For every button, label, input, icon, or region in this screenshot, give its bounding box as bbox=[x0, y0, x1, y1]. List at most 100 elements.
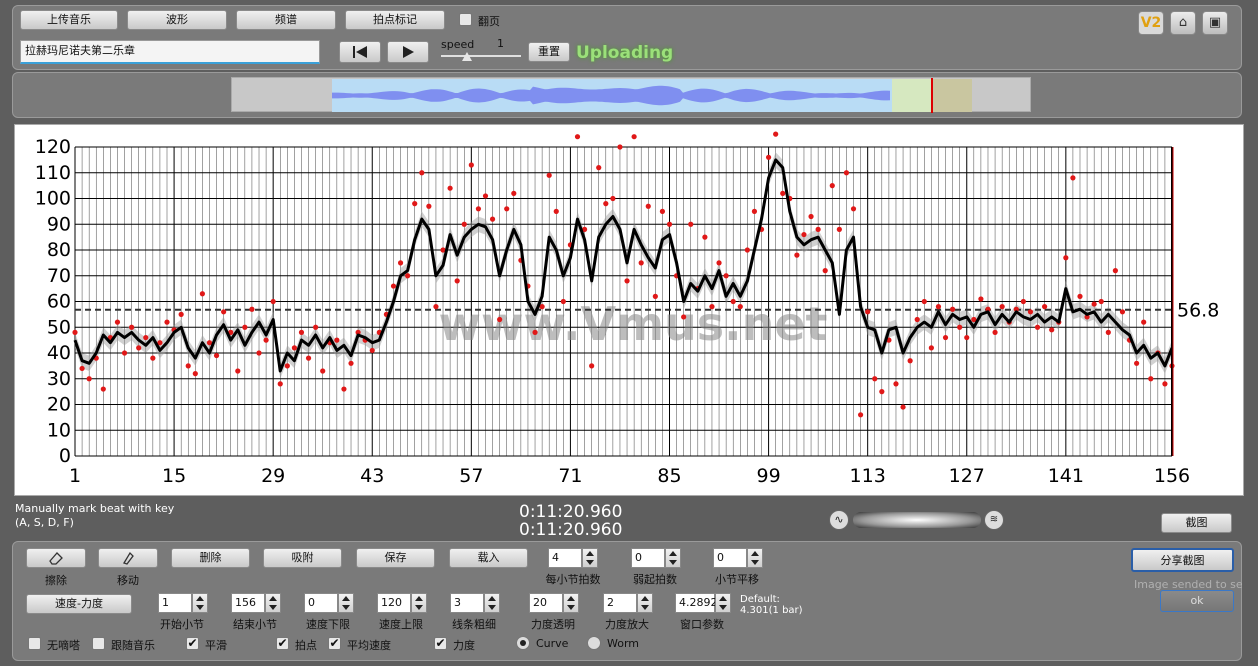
beats-per-bar-value[interactable]: 4 bbox=[548, 548, 582, 568]
beat-point bbox=[447, 185, 453, 191]
beat-point bbox=[546, 172, 552, 178]
dynamics-label: 力度 bbox=[453, 639, 475, 652]
load-button[interactable]: 载入 bbox=[449, 548, 528, 568]
smooth-checkbox[interactable]: ✔ bbox=[186, 637, 199, 650]
beat-point bbox=[617, 144, 623, 150]
end-bar-arrows[interactable] bbox=[265, 593, 281, 613]
beat-point bbox=[397, 260, 404, 266]
beat-point bbox=[603, 201, 609, 207]
beat-mark-button[interactable]: 拍点标记 bbox=[345, 10, 445, 30]
share-screenshot-button[interactable]: 分享截图 bbox=[1131, 548, 1234, 572]
x-tick-label: 29 bbox=[261, 465, 285, 487]
beat-points-checkbox[interactable]: ✔ bbox=[276, 637, 289, 650]
beat-point bbox=[1049, 327, 1055, 333]
waveform-overview[interactable] bbox=[231, 77, 1031, 113]
beat-point bbox=[822, 268, 828, 274]
delete-button[interactable]: 删除 bbox=[171, 548, 250, 568]
beat-point bbox=[688, 221, 694, 227]
screenshot-button[interactable]: 截图 bbox=[1161, 513, 1232, 533]
bar-shift-arrows[interactable] bbox=[747, 548, 763, 568]
dyn-scale-arrows[interactable] bbox=[637, 593, 653, 613]
x-tick-label: 15 bbox=[162, 465, 186, 487]
hint-line-1: Manually mark beat with key bbox=[15, 502, 175, 515]
pickup-beats-arrows[interactable] bbox=[665, 548, 681, 568]
beat-point bbox=[164, 319, 170, 325]
play-button[interactable] bbox=[387, 41, 429, 63]
y-tick-label: 20 bbox=[47, 394, 71, 416]
speed-slider-track[interactable] bbox=[441, 55, 521, 57]
avg-tempo-checkbox[interactable]: ✔ bbox=[328, 637, 341, 650]
volume-control[interactable]: ∿ ≋ bbox=[829, 510, 1004, 530]
beats-per-bar-arrows[interactable] bbox=[582, 548, 598, 568]
save-button[interactable]: 保存 bbox=[356, 548, 435, 568]
fullscreen-icon[interactable]: ▣ bbox=[1202, 11, 1228, 35]
waveform-button[interactable]: 波形 bbox=[127, 10, 227, 30]
ok-button[interactable]: ok bbox=[1160, 590, 1234, 612]
beat-point bbox=[702, 234, 708, 240]
volume-max-icon[interactable]: ≋ bbox=[984, 510, 1004, 530]
dyn-opacity-arrows[interactable] bbox=[563, 593, 579, 613]
start-bar-arrows[interactable] bbox=[192, 593, 208, 613]
bar-shift-value[interactable]: 0 bbox=[713, 548, 747, 568]
page-turn-checkbox[interactable] bbox=[459, 13, 472, 26]
beat-point bbox=[150, 355, 156, 361]
line-width-value[interactable]: 3 bbox=[450, 593, 484, 613]
beat-point bbox=[185, 363, 191, 369]
skip-back-button[interactable] bbox=[339, 41, 381, 63]
song-title-field[interactable]: 拉赫玛尼诺夫第二乐章 bbox=[20, 40, 320, 64]
line-width-arrows[interactable] bbox=[484, 593, 500, 613]
x-tick-label: 43 bbox=[360, 465, 384, 487]
tempo-min-arrows[interactable] bbox=[338, 593, 354, 613]
default-line-2: 4.301(1 bar) bbox=[740, 605, 803, 616]
dynamics-checkbox[interactable]: ✔ bbox=[434, 637, 447, 650]
upload-music-button[interactable]: 上传音乐 bbox=[20, 10, 118, 30]
mute-icon[interactable]: ∿ bbox=[829, 510, 849, 530]
y-tick-label: 50 bbox=[47, 316, 71, 338]
follow-music-label: 跟随音乐 bbox=[111, 639, 155, 652]
beat-point bbox=[751, 208, 758, 214]
dyn-opacity-value[interactable]: 20 bbox=[529, 593, 563, 613]
beat-point bbox=[298, 329, 305, 335]
chart-area[interactable]: 0 10 20 30 40 50 60 70 80 90 100 110 120 1 15 29 43 57 71 8… bbox=[14, 124, 1244, 496]
reset-button[interactable]: 重置 bbox=[528, 42, 570, 62]
worm-radio[interactable] bbox=[587, 636, 601, 650]
beat-point bbox=[405, 273, 411, 279]
start-bar-label: 开始小节 bbox=[160, 618, 204, 631]
spectrum-button[interactable]: 频谱 bbox=[236, 10, 336, 30]
curve-radio[interactable] bbox=[516, 636, 530, 650]
tempo-max-value[interactable]: 120 bbox=[377, 593, 411, 613]
beat-point bbox=[560, 298, 566, 305]
window-param-value[interactable]: 4.2892 bbox=[675, 593, 718, 613]
tempo-dynamics-button[interactable]: 速度-力度 bbox=[26, 594, 132, 614]
start-bar-value[interactable]: 1 bbox=[158, 593, 192, 613]
v2-badge-icon[interactable]: V2 bbox=[1138, 11, 1164, 35]
beat-point bbox=[263, 337, 269, 343]
beat-point bbox=[574, 134, 581, 140]
volume-slider[interactable] bbox=[853, 512, 981, 528]
follow-music-checkbox[interactable] bbox=[92, 637, 105, 650]
metronome-checkbox[interactable] bbox=[28, 637, 41, 650]
move-button[interactable] bbox=[98, 548, 158, 568]
beat-point bbox=[638, 260, 644, 266]
end-bar-value[interactable]: 156 bbox=[231, 593, 265, 613]
eraser-icon bbox=[49, 552, 63, 565]
snap-button[interactable]: 吸附 bbox=[263, 548, 342, 568]
beat-point bbox=[765, 154, 772, 160]
beat-point bbox=[631, 134, 637, 140]
home-icon[interactable]: ⌂ bbox=[1170, 11, 1196, 35]
pickup-beats-value[interactable]: 0 bbox=[631, 548, 665, 568]
beat-point bbox=[348, 360, 354, 366]
beat-point bbox=[277, 381, 283, 387]
speed-slider-thumb[interactable] bbox=[462, 52, 472, 61]
y-tick-label: 60 bbox=[47, 291, 71, 313]
tempo-min-value[interactable]: 0 bbox=[304, 593, 338, 613]
y-tick-label: 30 bbox=[47, 368, 71, 390]
dyn-scale-value[interactable]: 2 bbox=[603, 593, 637, 613]
beat-point bbox=[129, 324, 135, 330]
beat-point bbox=[1098, 298, 1104, 305]
tempo-max-arrows[interactable] bbox=[411, 593, 427, 613]
y-tick-label: 120 bbox=[35, 136, 71, 158]
erase-button[interactable] bbox=[26, 548, 86, 568]
window-param-arrows[interactable] bbox=[715, 593, 731, 613]
beat-point bbox=[390, 283, 397, 289]
